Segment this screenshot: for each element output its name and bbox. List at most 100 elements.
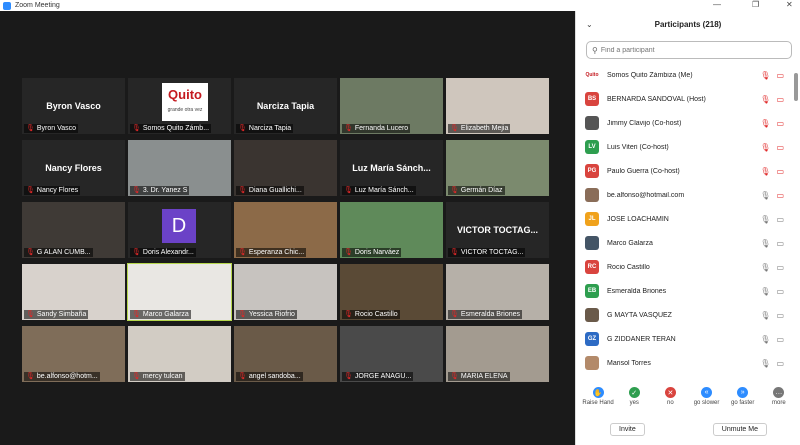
video-tile[interactable]: 🎙 MARIA ELENA bbox=[446, 326, 549, 382]
video-tile[interactable]: 🎙 Esmeralda Briones bbox=[446, 264, 549, 320]
video-tile[interactable]: 🎙 Yessica Riofrio bbox=[234, 264, 337, 320]
video-tile[interactable]: 🎙 mercy tulcan bbox=[128, 326, 231, 382]
muted-mic-icon: 🎙 bbox=[132, 311, 141, 318]
tile-name-text: angel sandoba... bbox=[248, 373, 301, 380]
participant-list: Quito Somos Quito Zámbiza (Me) 🎙 ▭ BS BERNARD… bbox=[576, 63, 796, 383]
participant-row[interactable]: LV Luis Viteri (Co-host) 🎙 ▭ bbox=[576, 135, 796, 159]
camera-off-icon: ▭ bbox=[776, 94, 784, 104]
unmute-me-button[interactable]: Unmute Me bbox=[712, 423, 767, 436]
video-tile[interactable]: 🎙 Sandy Simbaña bbox=[22, 264, 125, 320]
participant-row[interactable]: Jimmy Clavijo (Co-host) 🎙 ▭ bbox=[576, 111, 796, 135]
reaction-raise-hand-button[interactable]: ✋ Raise Hand bbox=[581, 387, 615, 406]
invite-button[interactable]: Invite bbox=[610, 423, 645, 436]
video-tile[interactable]: 🎙 Doris Narváez bbox=[340, 202, 443, 258]
video-tile[interactable]: 🎙 Elizabeth Mejia bbox=[446, 78, 549, 134]
muted-mic-icon: 🎙 bbox=[450, 125, 459, 132]
video-tile[interactable]: Nancy Flores 🎙 Nancy Flores bbox=[22, 140, 125, 196]
participant-row[interactable]: PG Paulo Guerra (Co-host) 🎙 ▭ bbox=[576, 159, 796, 183]
reaction-more-button[interactable]: … more bbox=[762, 387, 796, 406]
participant-status-icons: 🎙 ▭ bbox=[760, 311, 784, 320]
tile-name-label: 🎙 Narciza Tapia bbox=[236, 124, 294, 133]
participants-panel: ⌄ Participants (218) ⚲ Quito Somos Quito … bbox=[575, 11, 800, 445]
video-tile[interactable]: 🎙 angel sandoba... bbox=[234, 326, 337, 382]
tile-name-label: 🎙 Germán Díaz bbox=[448, 186, 505, 195]
participant-row[interactable]: be.alfonso@hotmail.com 🎙 ▭ bbox=[576, 183, 796, 207]
participant-name-display: Narciza Tapia bbox=[256, 101, 315, 111]
maximize-button[interactable]: ❐ bbox=[752, 0, 759, 10]
tile-name-text: JORGE ANAGU... bbox=[354, 373, 412, 380]
video-tile[interactable]: 🎙 Diana Guallichi... bbox=[234, 140, 337, 196]
tile-name-label: 🎙 Fernanda Lucero bbox=[342, 124, 411, 133]
tile-name-label: 🎙 Marco Galarza bbox=[130, 310, 191, 319]
participant-avatar bbox=[585, 236, 599, 250]
chevron-down-icon[interactable]: ⌄ bbox=[586, 20, 593, 29]
tile-name-text: Elizabeth Mejia bbox=[460, 125, 509, 132]
tile-name-label: 🎙 Esperanza Chic... bbox=[236, 248, 307, 257]
video-tile[interactable]: 🎙 Esperanza Chic... bbox=[234, 202, 337, 258]
reaction-label: no bbox=[667, 400, 674, 406]
participant-row[interactable]: Quito Somos Quito Zámbiza (Me) 🎙 ▭ bbox=[576, 63, 796, 87]
tile-name-text: G ALAN CUMB... bbox=[36, 249, 91, 256]
video-tile[interactable]: Byron Vasco 🎙 Byron Vasco bbox=[22, 78, 125, 134]
muted-mic-icon: 🎙 bbox=[132, 187, 141, 194]
camera-icon: ▭ bbox=[776, 214, 784, 224]
participant-search[interactable]: ⚲ bbox=[586, 41, 792, 59]
minimize-button[interactable]: — bbox=[713, 0, 721, 10]
tile-name-label: 🎙 be.alfonso@hotm... bbox=[24, 372, 100, 381]
video-tile[interactable]: Narciza Tapia 🎙 Narciza Tapia bbox=[234, 78, 337, 134]
video-tile[interactable]: 🎙 Marco Galarza bbox=[127, 263, 232, 321]
participant-row[interactable]: GZ G ZIDDANER TERÁN 🎙 ▭ bbox=[576, 327, 796, 351]
video-tile[interactable]: Quito grande otra vez 🎙 Somos Quito Zámb... bbox=[128, 78, 231, 134]
video-grid: Byron Vasco 🎙 Byron Vasco Quito grande otra … bbox=[22, 78, 549, 382]
video-tile[interactable]: 🎙 Germán Díaz bbox=[446, 140, 549, 196]
muted-mic-icon: 🎙 bbox=[132, 249, 141, 256]
participant-avatar: RC bbox=[585, 260, 599, 274]
participant-row[interactable]: RC Rocio Castillo 🎙 ▭ bbox=[576, 255, 796, 279]
close-button[interactable]: ✕ bbox=[786, 0, 793, 10]
video-tile[interactable]: D 🎙 Doris Alexandr... bbox=[128, 202, 231, 258]
video-tile[interactable]: 🎙 G ALAN CUMB... bbox=[22, 202, 125, 258]
video-tile[interactable]: VICTOR TOCTAG... 🎙 VICTOR TOCTAG... bbox=[446, 202, 549, 258]
reaction-go-faster-button[interactable]: » go faster bbox=[726, 387, 760, 406]
participant-scrollbar[interactable] bbox=[794, 63, 798, 383]
mic-muted-icon: 🎙 bbox=[760, 118, 771, 128]
video-tile[interactable]: 🎙 Rocio Castillo bbox=[340, 264, 443, 320]
scrollbar-thumb[interactable] bbox=[794, 73, 798, 101]
tile-name-label: 🎙 Luz María Sánch... bbox=[342, 186, 416, 195]
mic-icon: 🎙 bbox=[760, 310, 771, 320]
video-tile[interactable]: 🎙 JORGE ANAGU... bbox=[340, 326, 443, 382]
participant-row[interactable]: G MAYTA VASQUEZ 🎙 ▭ bbox=[576, 303, 796, 327]
tile-name-label: 🎙 Doris Alexandr... bbox=[130, 248, 196, 257]
muted-mic-icon: 🎙 bbox=[450, 311, 459, 318]
video-tile[interactable]: 🎙 3. Dr. Yanez S bbox=[128, 140, 231, 196]
camera-icon: ▭ bbox=[776, 310, 784, 320]
participant-avatar: PG bbox=[585, 164, 599, 178]
reaction-label: yes bbox=[629, 400, 639, 406]
participant-name-display: Nancy Flores bbox=[45, 163, 102, 173]
tile-name-label: 🎙 VICTOR TOCTAG... bbox=[448, 248, 526, 257]
mic-muted-icon: 🎙 bbox=[760, 166, 771, 176]
video-tile[interactable]: 🎙 Fernanda Lucero bbox=[340, 78, 443, 134]
participant-avatar: Quito bbox=[585, 68, 599, 82]
participant-status-icons: 🎙 ▭ bbox=[760, 215, 784, 224]
participant-avatar: LV bbox=[585, 140, 599, 154]
participant-row[interactable]: Marisol Torres 🎙 ▭ bbox=[576, 351, 796, 375]
participant-row[interactable]: JL JOSE LOACHAMIN 🎙 ▭ bbox=[576, 207, 796, 231]
tile-name-text: Byron Vasco bbox=[36, 125, 77, 132]
video-tile[interactable]: 🎙 be.alfonso@hotm... bbox=[22, 326, 125, 382]
tile-name-text: 3. Dr. Yanez S bbox=[142, 187, 188, 194]
tile-name-label: 🎙 Yessica Riofrio bbox=[236, 310, 297, 319]
participant-row[interactable]: EB Esmeralda Briones 🎙 ▭ bbox=[576, 279, 796, 303]
camera-off-icon: ▭ bbox=[776, 118, 784, 128]
reaction-go-slower-button[interactable]: « go slower bbox=[690, 387, 724, 406]
reaction-yes-button[interactable]: ✓ yes bbox=[617, 387, 651, 406]
video-tile[interactable]: Luz María Sánch... 🎙 Luz María Sánch... bbox=[340, 140, 443, 196]
reaction-no-button[interactable]: ✕ no bbox=[653, 387, 687, 406]
tile-name-text: Esperanza Chic... bbox=[248, 249, 305, 256]
search-input[interactable] bbox=[600, 46, 771, 54]
mic-icon: 🎙 bbox=[760, 358, 771, 368]
participant-avatar: BS bbox=[585, 92, 599, 106]
participant-row[interactable]: BS BERNARDA SANDOVAL (Host) 🎙 ▭ bbox=[576, 87, 796, 111]
participant-row[interactable]: Marco Galarza 🎙 ▭ bbox=[576, 231, 796, 255]
reaction-label: go faster bbox=[731, 400, 755, 406]
